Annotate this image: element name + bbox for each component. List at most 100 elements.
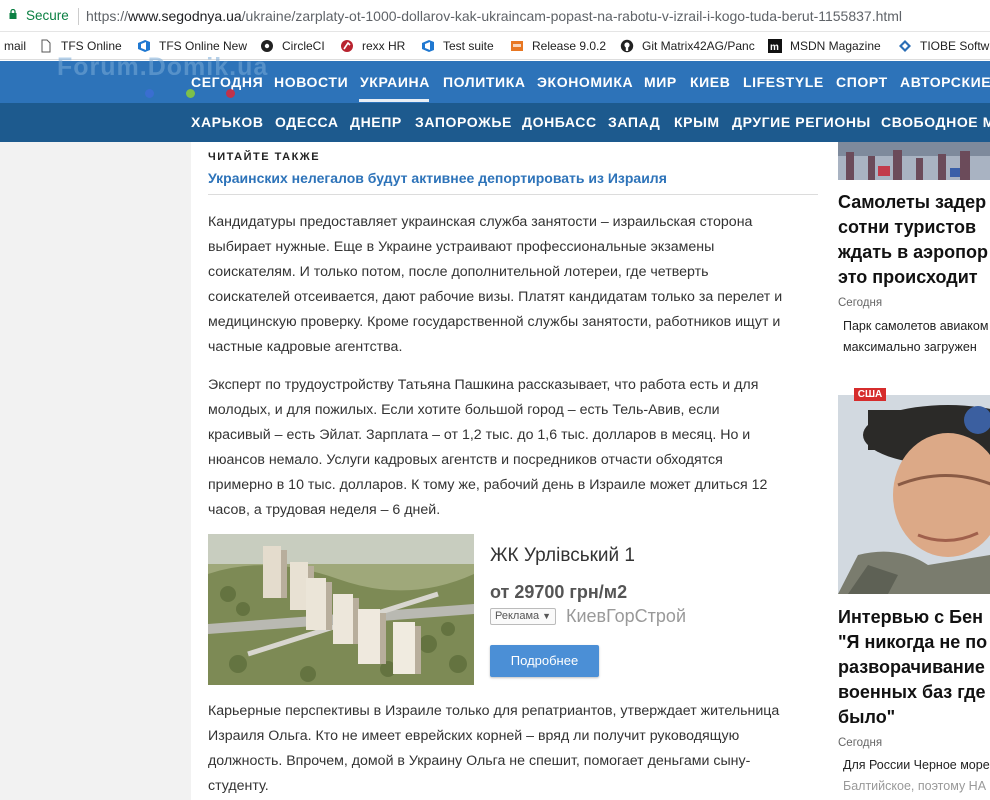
ad-company[interactable]: КиевГорСтрой [566, 606, 686, 627]
nav-item-mir[interactable]: МИР [644, 74, 677, 90]
nav-item-sport[interactable]: СПОРТ [836, 74, 888, 90]
paragraph-line: красивый – есть Эйлат. Зарплата – от 1,2… [208, 427, 751, 443]
vsts-icon [422, 40, 434, 52]
paragraph-line: примерно в 10 тыс. долларов. К тому же, … [208, 477, 768, 493]
bookmark-label: Release 9.0.2 [532, 39, 607, 53]
bookmark-release[interactable]: Release 9.0.2 [510, 39, 606, 53]
bookmark-rexx-hr[interactable]: rexx HR [340, 39, 405, 53]
circleci-icon [261, 40, 273, 52]
paragraph-line: студенту. [208, 778, 269, 794]
story-image-airport[interactable] [838, 142, 990, 180]
article-paragraph: Эксперт по трудоустройству Татьяна Пашки… [208, 373, 822, 523]
nav-region-other[interactable]: ДРУГИЕ РЕГИОНЫ [732, 114, 871, 130]
bookmark-msdn[interactable]: m MSDN Magazine [768, 39, 881, 53]
nav-region-donbass[interactable]: ДОНБАСС [522, 114, 597, 130]
paragraph-line: выбирает нужные. Еще в Украине устраиваю… [208, 239, 715, 255]
description-line: Для России Черное море [843, 758, 990, 772]
paragraph-line: Эксперт по трудоустройству Татьяна Пашки… [208, 377, 759, 393]
left-margin [0, 142, 191, 800]
url-path: /ukraine/zarplaty-ot-1000-dollarov-kak-u… [241, 8, 903, 24]
nav-item-lifestyle[interactable]: LIFESTYLE [743, 74, 824, 90]
url-text[interactable]: https://www.segodnya.ua/ukraine/zarplaty… [86, 8, 902, 24]
story-image-general[interactable] [838, 395, 990, 594]
bookmark-tfs-online-new[interactable]: TFS Online New [137, 39, 247, 53]
nav-item-kiev[interactable]: КИЕВ [690, 74, 730, 90]
ad-details-button[interactable]: Подробнее [490, 645, 599, 677]
active-tab-indicator [359, 99, 429, 102]
bookmark-label: TFS Online [61, 39, 122, 53]
ad-label-dropdown[interactable]: Реклама ▼ [490, 608, 556, 625]
nav-region-zaporozhe[interactable]: ЗАПОРОЖЬЕ [415, 114, 512, 130]
bookmark-test-suite[interactable]: Test suite [421, 39, 494, 53]
headline-line: военных баз где [838, 682, 986, 702]
headline-line: сотни туристов [838, 217, 977, 237]
paragraph-line: Израиля Ольга. Кто не имеет еврейских ко… [208, 728, 740, 744]
headline-line: Интервью с Бен [838, 607, 983, 627]
nav-item-ukraina[interactable]: УКРАИНА [360, 74, 430, 90]
bookmark-label: CircleCI [282, 39, 325, 53]
description-line: Балтийское, поэтому НА [843, 779, 987, 793]
general-portrait-image [838, 395, 990, 594]
bookmark-tiobe[interactable]: TIOBE Softw [898, 39, 989, 53]
ad-price: от 29700 грн/м2 [490, 582, 628, 602]
story-source: Сегодня [838, 737, 883, 749]
secure-label: Secure [26, 8, 69, 23]
paragraph-line: соискателей отсеивается, дают рабочие ви… [208, 289, 783, 305]
story-headline[interactable]: Интервью с Бен "Я никогда не по разворач… [838, 605, 990, 730]
bookmark-label: TIOBE Softw [920, 39, 990, 53]
read-also-link[interactable]: Украинских нелегалов будут активнее депо… [208, 170, 667, 186]
read-also-label: ЧИТАЙТЕ ТАКЖЕ [208, 151, 321, 163]
article-paragraph: Карьерные перспективы в Израиле только д… [208, 699, 822, 799]
address-bar[interactable]: Secure https://www.segodnya.ua/ukraine/z… [0, 0, 990, 32]
bookmark-label: Test suite [443, 39, 494, 53]
bookmark-icon [511, 41, 523, 51]
nav-region-dnepr[interactable]: ДНЕПР [350, 114, 402, 130]
story-description: Парк самолетов авиаком максимально загру… [843, 316, 988, 358]
building-render-image [208, 534, 474, 685]
url-domain: www.segodnya.ua [128, 8, 242, 24]
headline-line: это происходит [838, 267, 978, 287]
bookmark-mail[interactable]: mail [4, 39, 26, 53]
article-paragraph: Кандидатуры предоставляет украинская слу… [208, 210, 822, 360]
nav-item-ekonomika[interactable]: ЭКОНОМИКА [537, 74, 633, 90]
rexx-icon [341, 40, 353, 52]
nav-region-krym[interactable]: КРЫМ [674, 114, 720, 130]
watermark-text: Forum.Domik.ua [57, 53, 269, 81]
nav-item-avtorskie[interactable]: АВТОРСКИЕ [900, 74, 990, 90]
github-icon [620, 39, 634, 53]
paragraph-line: молодых, и для пожилых. Если хотите боль… [208, 402, 720, 418]
bookmark-circleci[interactable]: CircleCI [260, 39, 325, 53]
paragraph-line: нюансов немало. Услуги кадровых агентств… [208, 452, 723, 468]
headline-line: Самолеты задер [838, 192, 987, 212]
watermark-dot [145, 89, 154, 98]
bookmark-tfs-online[interactable]: TFS Online [39, 39, 122, 53]
paragraph-line: медицинскую проверку. Кроме государствен… [208, 314, 781, 330]
story-headline[interactable]: Самолеты задер сотни туристов ждать в аэ… [838, 190, 990, 290]
description-line: Парк самолетов авиаком [843, 319, 989, 333]
bookmark-label: rexx HR [362, 39, 406, 53]
paragraph-line: соискателям. И только потом, после допол… [208, 264, 709, 280]
headline-line: разворачивание [838, 657, 985, 677]
nav-item-politika[interactable]: ПОЛИТИКА [443, 74, 526, 90]
description-line: максимально загружен [843, 340, 977, 354]
paragraph-line: должность. Впрочем, домой в Украину Ольг… [208, 753, 751, 769]
airport-photo-image [838, 142, 990, 180]
headline-line: ждать в аэропор [838, 242, 988, 262]
nav-item-novosti[interactable]: НОВОСТИ [274, 74, 348, 90]
nav-region-zapad[interactable]: ЗАПАД [608, 114, 660, 130]
region-badge[interactable]: США [854, 388, 886, 401]
story-source: Сегодня [838, 297, 883, 309]
ad-tag-text: Реклама [495, 610, 540, 622]
bookmark-label: MSDN Magazine [790, 39, 881, 53]
nav-region-kharkov[interactable]: ХАРЬКОВ [191, 114, 264, 130]
nav-region-odessa[interactable]: ОДЕССА [275, 114, 339, 130]
watermark-dot [186, 89, 195, 98]
nav-region-svobodnoe[interactable]: СВОБОДНОЕ М [881, 114, 990, 130]
divider [208, 194, 818, 195]
ad-image[interactable] [208, 534, 474, 685]
url-prefix: https:// [86, 8, 129, 24]
ad-title[interactable]: ЖК Урлівський 1 [490, 545, 635, 567]
chevron-down-icon: ▼ [542, 611, 551, 621]
bookmark-git-matrix[interactable]: Git Matrix42AG/Panc [620, 39, 755, 53]
page-icon [41, 39, 51, 53]
